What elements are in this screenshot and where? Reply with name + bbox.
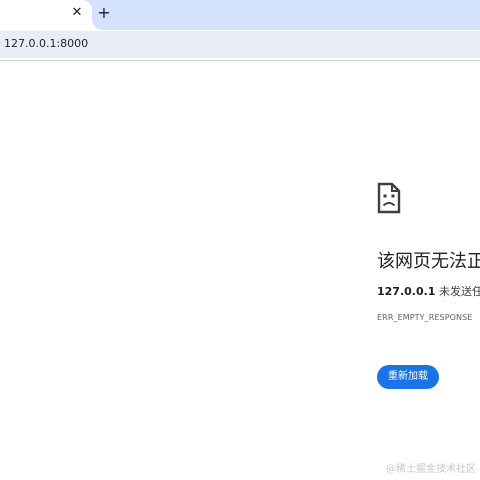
tab-strip: ✕ +: [0, 0, 480, 30]
close-tab-icon[interactable]: ✕: [68, 4, 86, 22]
toolbar: 127.0.0.1:8000: [0, 30, 480, 61]
watermark: @稀土掘金技术社区: [386, 464, 476, 475]
active-tab[interactable]: ✕: [0, 0, 92, 30]
error-content: 该网页无法正 127.0.0.1 未发送任何 ERR_EMPTY_RESPONS…: [377, 182, 480, 480]
new-tab-button[interactable]: +: [94, 3, 114, 23]
error-host: 127.0.0.1: [377, 285, 436, 298]
error-title: 该网页无法正: [377, 251, 480, 272]
error-code: ERR_EMPTY_RESPONSE: [377, 313, 473, 322]
url-text[interactable]: 127.0.0.1:8000: [4, 37, 88, 51]
reload-button[interactable]: 重新加载: [377, 365, 439, 389]
sad-page-icon: [377, 182, 401, 214]
error-description: 127.0.0.1 未发送任何: [377, 285, 480, 299]
address-bar[interactable]: 127.0.0.1:8000: [0, 31, 480, 58]
error-description-text: 未发送任何: [438, 285, 480, 298]
